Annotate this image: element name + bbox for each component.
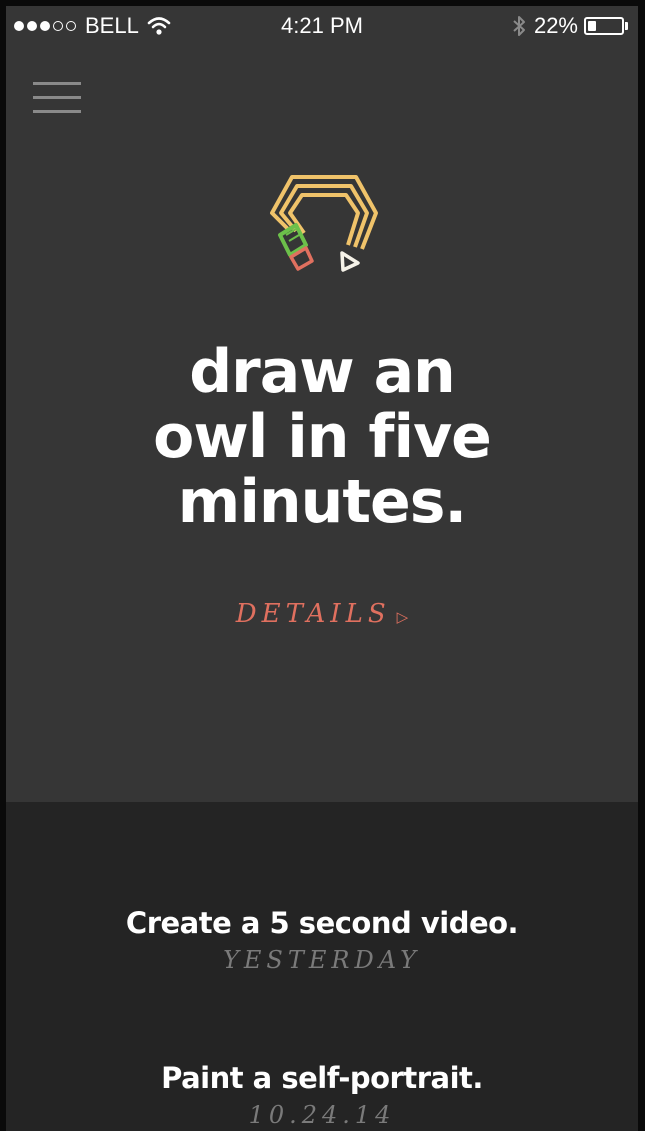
headline-line: owl in five bbox=[153, 402, 492, 472]
battery-tip bbox=[625, 22, 628, 30]
phone-screen: BELL 4:21 PM 22% draw an owl in five min… bbox=[6, 6, 638, 1131]
pencil-hexagon-logo bbox=[270, 175, 378, 272]
status-bar: BELL 4:21 PM 22% bbox=[6, 6, 638, 46]
history-item[interactable]: Create a 5 second video. YESTERDAY bbox=[6, 906, 638, 974]
headline-line: draw an bbox=[189, 337, 456, 407]
history-title: Paint a self-portrait. bbox=[161, 1061, 483, 1095]
menu-line bbox=[33, 96, 81, 99]
play-arrow-icon: ▷ bbox=[396, 608, 409, 626]
challenge-headline: draw an owl in five minutes. bbox=[6, 340, 638, 535]
status-right: 22% bbox=[512, 13, 628, 39]
history-date: 10.24.14 bbox=[248, 1101, 396, 1129]
bluetooth-icon bbox=[513, 16, 525, 36]
history-date: YESTERDAY bbox=[223, 946, 421, 974]
headline-line: minutes. bbox=[177, 467, 467, 537]
menu-line bbox=[33, 110, 81, 113]
details-label: DETAILS bbox=[235, 599, 391, 629]
battery-icon bbox=[584, 17, 624, 35]
hamburger-menu-icon[interactable] bbox=[33, 82, 83, 118]
battery-fill bbox=[588, 21, 596, 31]
battery-percent: 22% bbox=[533, 13, 578, 38]
details-link[interactable]: DETAILS ▷ bbox=[6, 599, 638, 629]
history-item[interactable]: Paint a self-portrait. 10.24.14 bbox=[6, 1061, 638, 1129]
history-list: Create a 5 second video. YESTERDAY Paint… bbox=[6, 802, 638, 1131]
history-title: Create a 5 second video. bbox=[125, 906, 519, 940]
menu-line bbox=[33, 82, 81, 85]
